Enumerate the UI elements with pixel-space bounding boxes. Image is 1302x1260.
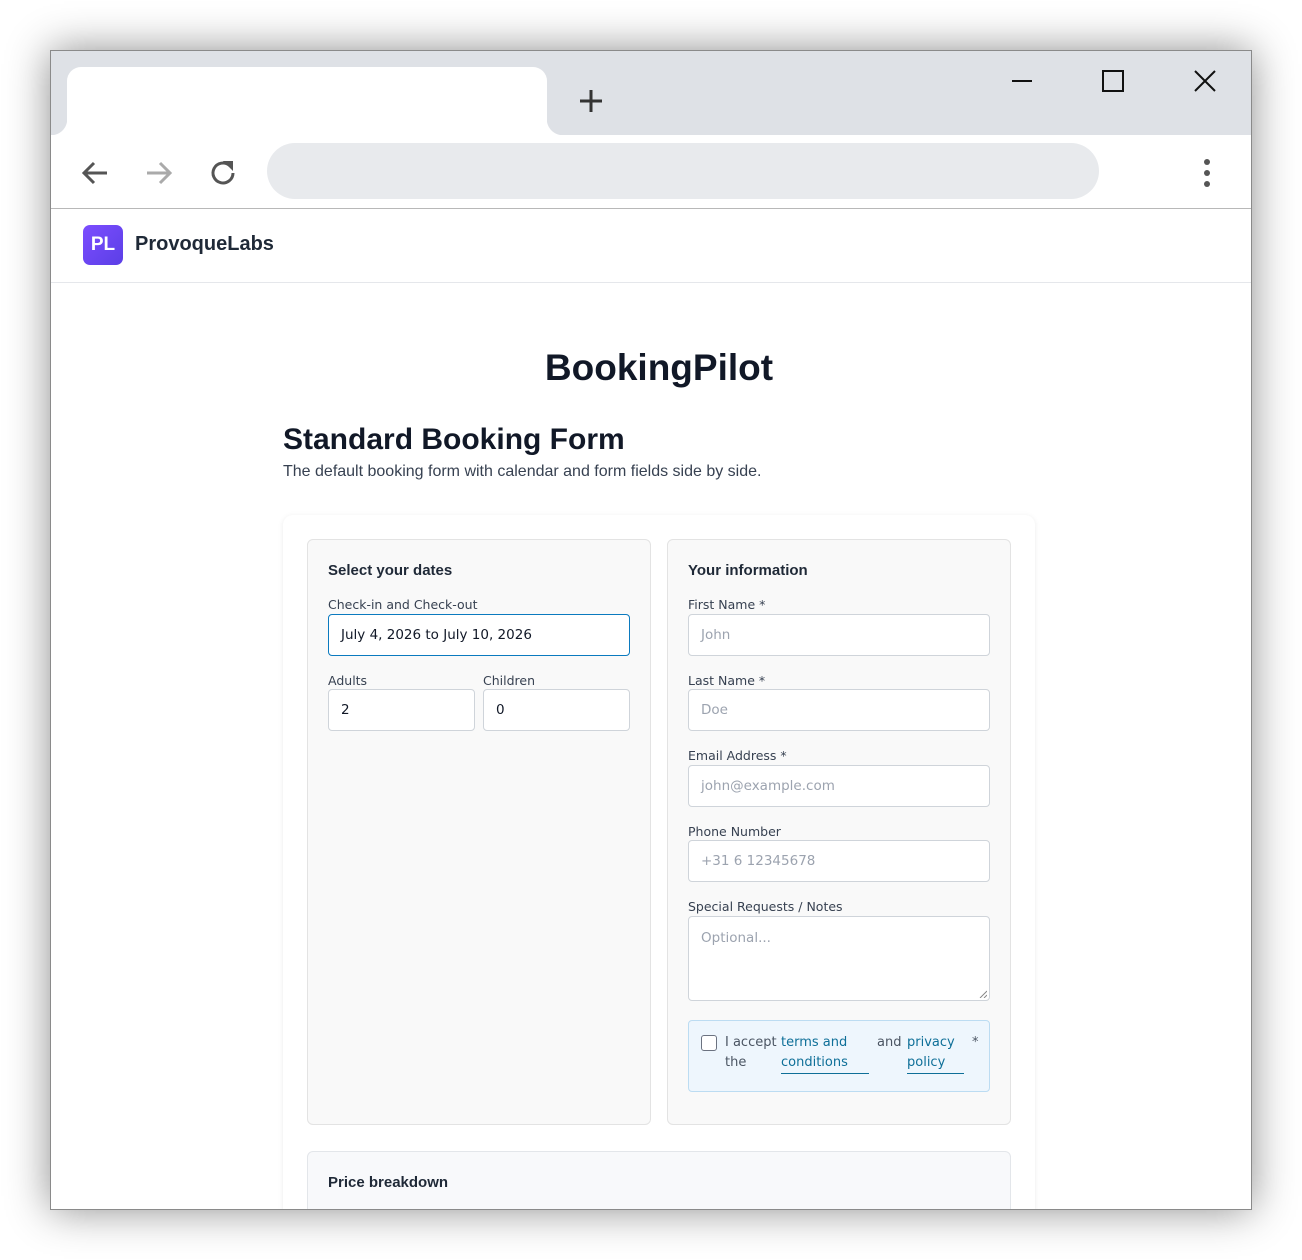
- dates-panel: Select your dates Check-in and Check-out…: [307, 539, 651, 1125]
- price-breakdown-section: Price breakdown: [307, 1151, 1011, 1209]
- browser-toolbar: [51, 135, 1251, 209]
- forward-button[interactable]: [139, 153, 179, 193]
- info-panel: Your information First Name * John Last …: [667, 539, 1011, 1125]
- children-label: Children: [483, 673, 536, 688]
- kebab-menu-icon: [1204, 159, 1210, 187]
- reload-button[interactable]: [203, 153, 243, 193]
- children-value: 0: [496, 702, 505, 718]
- back-button[interactable]: [75, 153, 115, 193]
- last-name-input[interactable]: Doe: [688, 689, 990, 731]
- privacy-link-line2[interactable]: policy: [907, 1053, 964, 1074]
- logo[interactable]: PL: [83, 225, 123, 265]
- page-title: BookingPilot: [544, 347, 774, 388]
- form-title: Standard Booking Form: [283, 423, 625, 456]
- address-bar[interactable]: [267, 143, 1099, 199]
- back-arrow-icon: [81, 161, 107, 185]
- adults-label: Adults: [328, 673, 368, 688]
- page-content: PL ProvoqueLabs BookingPilot Standard Bo…: [51, 209, 1251, 1209]
- dates-panel-title: Select your dates: [328, 562, 453, 579]
- brand-name[interactable]: ProvoqueLabs: [135, 233, 274, 256]
- minimize-icon: [1012, 80, 1032, 82]
- resize-handle-icon[interactable]: [979, 990, 987, 998]
- close-window-button[interactable]: [1182, 63, 1228, 99]
- site-header: PL ProvoqueLabs: [51, 209, 1251, 283]
- info-panel-title: Your information: [688, 562, 808, 579]
- last-name-label: Last Name *: [688, 673, 766, 688]
- maximize-icon: [1102, 70, 1124, 92]
- browser-tab-active[interactable]: [51, 67, 563, 135]
- adults-input[interactable]: 2: [328, 689, 475, 731]
- email-placeholder: john@example.com: [701, 778, 835, 794]
- forward-arrow-icon: [147, 161, 173, 185]
- phone-label: Phone Number: [688, 824, 781, 839]
- terms-checkbox[interactable]: [701, 1035, 717, 1051]
- plus-icon: [580, 90, 602, 112]
- last-name-placeholder: Doe: [701, 702, 728, 718]
- terms-consent-box: I accept the terms and conditions and pr…: [688, 1020, 990, 1092]
- adults-value: 2: [341, 702, 350, 718]
- notes-textarea[interactable]: Optional...: [688, 916, 990, 1001]
- price-breakdown-title: Price breakdown: [328, 1174, 449, 1191]
- first-name-placeholder: John: [701, 627, 731, 643]
- children-input[interactable]: 0: [483, 689, 630, 731]
- terms-link-line2[interactable]: conditions: [781, 1053, 869, 1074]
- date-range-input[interactable]: July 4, 2026 to July 10, 2026: [328, 614, 630, 656]
- reload-icon: [211, 161, 235, 185]
- email-label: Email Address *: [688, 748, 787, 763]
- email-input[interactable]: john@example.com: [688, 765, 990, 807]
- notes-label: Special Requests / Notes: [688, 899, 843, 914]
- first-name-label: First Name *: [688, 597, 766, 612]
- phone-placeholder: +31 6 12345678: [701, 853, 816, 869]
- terms-text-i-accept: I accept: [725, 1035, 777, 1050]
- date-range-label: Check-in and Check-out: [328, 597, 478, 612]
- maximize-button[interactable]: [1090, 63, 1136, 99]
- browser-titlebar: [51, 51, 1251, 135]
- first-name-input[interactable]: John: [688, 614, 990, 656]
- terms-text-and: and: [877, 1035, 902, 1050]
- phone-input[interactable]: +31 6 12345678: [688, 840, 990, 882]
- terms-link-line1[interactable]: terms and: [781, 1033, 847, 1053]
- privacy-link-line1[interactable]: privacy: [907, 1033, 955, 1053]
- booking-form-card: Select your dates Check-in and Check-out…: [283, 515, 1035, 1209]
- minimize-button[interactable]: [999, 63, 1045, 99]
- close-icon: [1194, 70, 1216, 92]
- browser-menu-button[interactable]: [1187, 153, 1227, 193]
- browser-window: PL ProvoqueLabs BookingPilot Standard Bo…: [50, 50, 1252, 1210]
- date-range-value: July 4, 2026 to July 10, 2026: [341, 627, 532, 643]
- notes-placeholder: Optional...: [701, 930, 771, 946]
- terms-required-mark: *: [972, 1035, 979, 1050]
- form-description: The default booking form with calendar a…: [283, 463, 762, 480]
- new-tab-button[interactable]: [573, 83, 609, 119]
- terms-text-the: the: [725, 1055, 747, 1070]
